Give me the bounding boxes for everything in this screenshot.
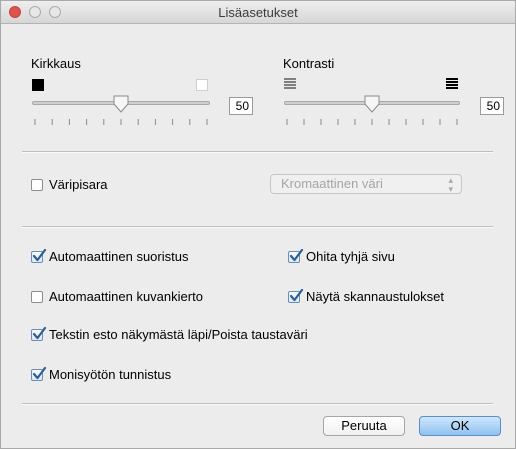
skip-blank-page-checkbox[interactable] (288, 248, 304, 263)
contrast-high-icon (446, 78, 458, 89)
white-square-icon (196, 79, 208, 91)
multifeed-detect-label: Monisyötön tunnistus (49, 367, 172, 382)
checkmark-icon (32, 366, 47, 380)
black-square-icon (32, 79, 44, 91)
checkmark-icon (289, 288, 304, 302)
brightness-slider-thumb[interactable] (112, 95, 130, 113)
bleed-through-label: Tekstin esto näkymästä läpi/Poista taust… (49, 327, 308, 342)
separator-1-highlight (22, 152, 493, 153)
bleed-through-checkbox[interactable] (31, 326, 47, 341)
contrast-value-field[interactable]: 50 (480, 97, 504, 115)
dialog-window: Lisäasetukset Kirkkaus 50 Kontrasti 50 V… (0, 0, 516, 449)
contrast-label: Kontrasti (283, 56, 335, 71)
window-title: Lisäasetukset (218, 5, 298, 20)
auto-deskew-label: Automaattinen suoristus (49, 249, 189, 264)
color-dropout-select[interactable]: Kromaattinen väri ▴ ▾ (270, 174, 462, 194)
color-dropout-select-value: Kromaattinen väri (281, 176, 383, 191)
auto-rotate-label: Automaattinen kuvankierto (49, 289, 203, 304)
checkmark-icon (32, 248, 47, 262)
separator-3-highlight (22, 404, 493, 405)
multifeed-detect-checkbox[interactable] (31, 366, 47, 381)
up-down-arrows-icon: ▴ ▾ (448, 175, 453, 194)
brightness-label: Kirkkaus (31, 56, 81, 71)
title-bar: Lisäasetukset (1, 1, 515, 24)
separator-2-highlight (22, 227, 493, 228)
contrast-slider-ticks (286, 119, 458, 125)
contrast-low-icon (284, 78, 296, 89)
show-scan-results-label: Näytä skannaustulokset (306, 289, 445, 304)
cancel-button[interactable]: Peruuta (323, 416, 405, 436)
contrast-slider-thumb[interactable] (363, 95, 381, 113)
color-dropout-label: Väripisara (49, 177, 108, 192)
auto-deskew-checkbox[interactable] (31, 248, 47, 263)
checkmark-icon (32, 326, 47, 340)
color-dropout-checkbox[interactable] (31, 179, 43, 191)
ok-button[interactable]: OK (419, 416, 501, 436)
skip-blank-page-label: Ohita tyhjä sivu (306, 249, 395, 264)
checkmark-icon (289, 248, 304, 262)
show-scan-results-checkbox[interactable] (288, 288, 304, 303)
brightness-slider-ticks (34, 119, 208, 125)
brightness-value-field[interactable]: 50 (229, 97, 253, 115)
auto-rotate-checkbox[interactable] (31, 291, 43, 303)
